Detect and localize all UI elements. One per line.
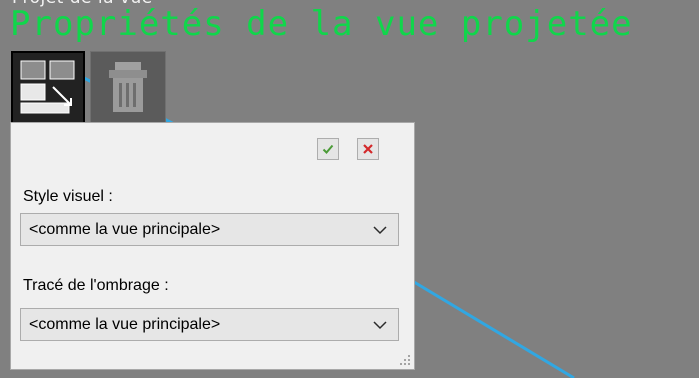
delete-view-button[interactable] [90,51,166,125]
visual-style-select[interactable]: <comme la vue principale> [20,213,399,246]
shade-plot-select[interactable]: <comme la vue principale> [20,308,399,341]
view-properties-panel[interactable]: Style visuel : <comme la vue principale>… [10,122,415,370]
trash-can-icon [109,62,147,112]
view-label: Propriétés de la vue projetée [10,4,633,44]
resize-grip-icon[interactable] [399,354,411,366]
view-properties-button[interactable] [11,51,85,125]
apply-button[interactable] [317,138,339,160]
drawing-canvas[interactable]: Projet de la vue Propriétés de la vue pr… [0,0,699,378]
shade-plot-value: <comme la vue principale> [29,315,221,333]
chevron-down-icon [373,321,387,330]
chevron-down-icon [373,226,387,235]
visual-style-value: <comme la vue principale> [29,220,221,238]
close-icon [363,144,373,154]
cancel-button[interactable] [357,138,379,160]
view-properties-icon [20,60,75,114]
check-icon [322,144,334,154]
shade-plot-label: Tracé de l'ombrage : [23,277,169,294]
visual-style-label: Style visuel : [23,188,113,205]
